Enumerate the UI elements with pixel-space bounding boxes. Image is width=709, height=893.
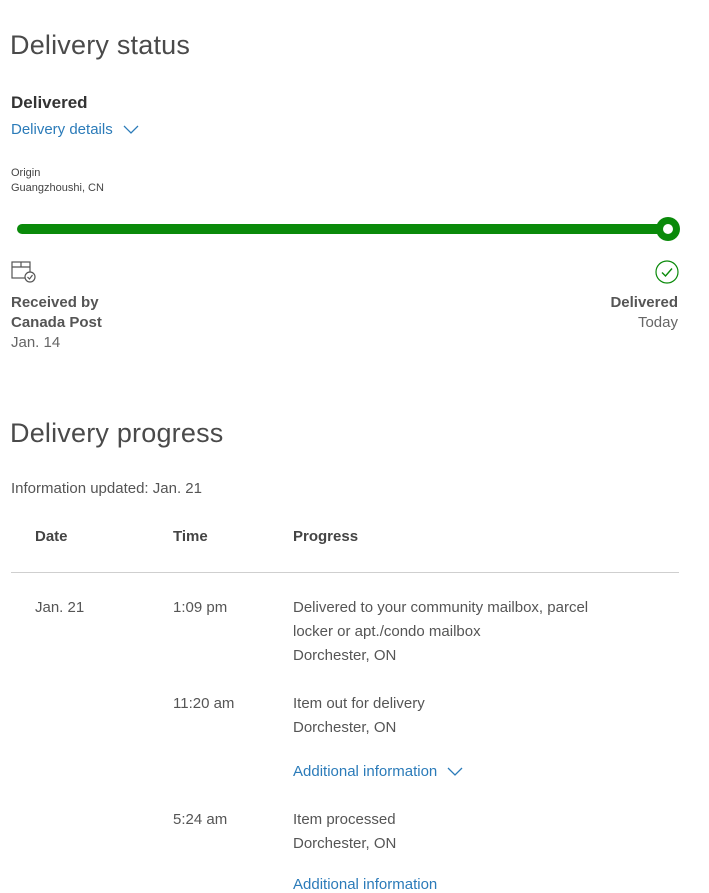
delivery-details-label: Delivery details xyxy=(11,121,113,138)
delivered-label: Delivered xyxy=(610,294,678,311)
progress-end-marker xyxy=(656,217,680,241)
row-time: 1:09 pm xyxy=(173,599,228,616)
received-date: Jan. 14 xyxy=(11,334,61,351)
delivery-progress-heading: Delivery progress xyxy=(10,418,224,448)
progress-description-line2: locker or apt./condo mailbox xyxy=(293,623,481,640)
column-header-time: Time xyxy=(173,528,208,545)
column-header-progress: Progress xyxy=(293,528,359,545)
delivery-status-value: Delivered xyxy=(11,93,88,112)
received-by-line1: Received by xyxy=(11,294,99,311)
row-progress: Delivered to your community mailbox, par… xyxy=(293,596,588,668)
row-time: 5:24 am xyxy=(173,811,228,828)
progress-location: Dorchester, ON xyxy=(293,835,397,852)
progress-description-line1: Item processed xyxy=(293,811,396,828)
row-progress: Item out for delivery Dorchester, ON xyxy=(293,692,425,740)
delivery-details-toggle[interactable]: Delivery details xyxy=(11,121,139,138)
progress-location: Dorchester, ON xyxy=(293,719,397,736)
progress-location: Dorchester, ON xyxy=(293,647,397,664)
information-updated: Information updated: Jan. 21 xyxy=(11,480,202,497)
check-circle-icon xyxy=(655,260,679,284)
received-by-line2: Canada Post xyxy=(11,314,102,331)
column-header-date: Date xyxy=(35,528,68,545)
delivery-progress-bar xyxy=(17,224,677,234)
chevron-down-icon xyxy=(123,125,139,134)
origin-label: Origin xyxy=(11,167,41,179)
package-check-icon xyxy=(11,261,36,283)
row-progress: Item processed Dorchester, ON xyxy=(293,808,396,856)
row-time: 11:20 am xyxy=(173,695,235,712)
table-header-divider xyxy=(11,572,679,573)
chevron-down-icon xyxy=(447,767,463,776)
progress-description-line1: Delivered to your community mailbox, par… xyxy=(293,599,589,616)
row-date: Jan. 21 xyxy=(35,599,85,616)
additional-information-label: Additional information xyxy=(293,763,438,780)
origin-value: Guangzhoushi, CN xyxy=(11,182,104,194)
additional-information-toggle[interactable]: Additional information xyxy=(293,763,463,780)
progress-description-line1: Item out for delivery xyxy=(293,695,425,712)
delivered-date: Today xyxy=(637,314,678,331)
delivery-status-heading: Delivery status xyxy=(10,30,191,60)
